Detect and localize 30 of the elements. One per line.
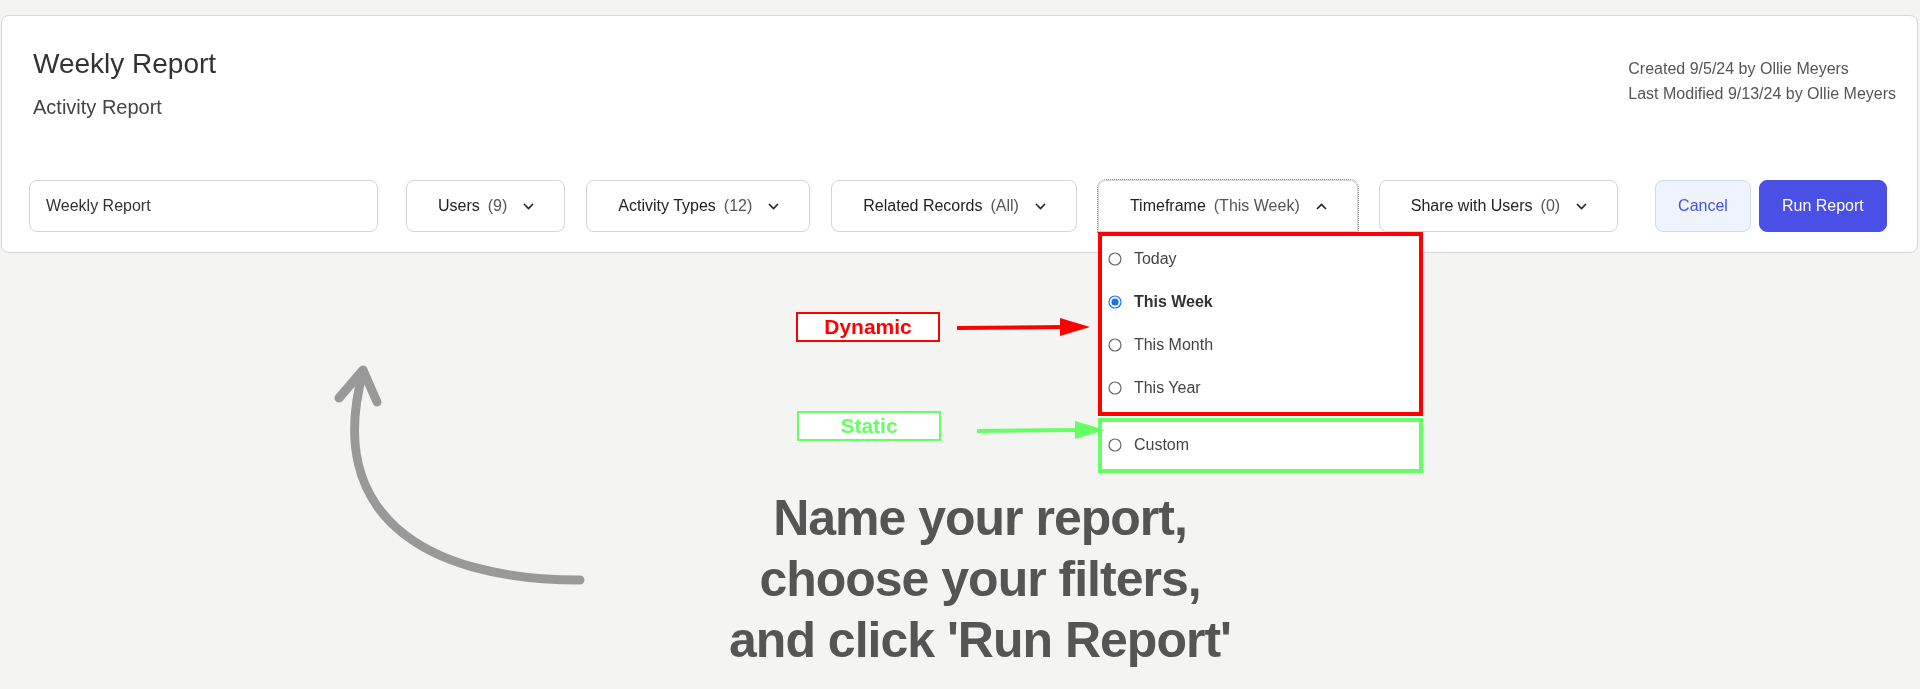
run-button[interactable]: Run Report [1758,180,1887,232]
report-subtitle: Activity Report [33,96,163,119]
radio-button[interactable] [1107,337,1122,352]
modified-info: Last Modified 9/13/24 by Ollie Meyers [1628,84,1896,104]
annotation-label: Static [797,411,941,441]
report-title: Weekly Report [33,48,217,80]
filter-dropdown[interactable]: Share with Users (0) [1378,180,1619,232]
radio-button[interactable] [1107,251,1122,266]
filter-dropdown[interactable]: Activity Types (12) [586,180,811,232]
option-label[interactable]: Today [1133,249,1177,268]
chevron-down-icon [1576,202,1588,210]
instruction-text: Name your report, choose your filters, and click 'Run Report' [728,489,1232,670]
radio-button[interactable] [1107,437,1122,452]
chevron-down-icon [768,202,780,210]
radio-button[interactable] [1107,294,1122,309]
option-label[interactable]: This Month [1133,335,1214,354]
option-label[interactable]: This Year [1133,378,1201,397]
option-label[interactable]: This Week [1133,292,1213,311]
option-label[interactable]: Custom [1133,435,1190,454]
cancel-button[interactable]: Cancel [1655,180,1751,232]
radio-button[interactable] [1107,380,1122,395]
annotation-label: Dynamic [796,312,940,342]
chevron-up-icon [1315,202,1327,210]
chevron-down-icon [523,202,535,210]
filter-dropdown[interactable]: Related Records (All) [831,180,1077,232]
created-info: Created 9/5/24 by Ollie Meyers [1628,59,1850,79]
filter-dropdown[interactable]: Users (9) [406,180,566,232]
filter-dropdown[interactable]: Timeframe (This Week) [1097,180,1358,232]
report-name-field[interactable]: Weekly Report [29,180,378,232]
chevron-down-icon [1034,202,1046,210]
